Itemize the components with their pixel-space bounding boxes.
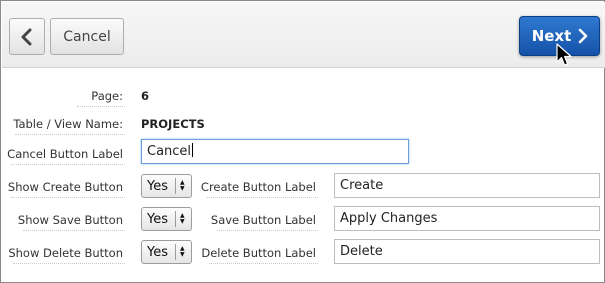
table-view-name-value: PROJECTS <box>141 117 205 131</box>
show-delete-button-select-value: Yes <box>147 244 168 260</box>
cancel-button-label-input-value: Cancel <box>147 144 192 159</box>
show-save-button-select-value: Yes <box>147 211 168 227</box>
wizard-panel: Cancel Next Page: 6 Table / View Name: P… <box>0 0 605 283</box>
wizard-toolbar: Cancel Next <box>2 2 605 68</box>
save-button-label-field-label: Save Button Label <box>210 213 316 227</box>
save-button-label-input[interactable]: Apply Changes <box>334 206 600 231</box>
create-button-label-field-label: Create Button Label <box>200 180 316 194</box>
show-create-button-label: Show Create Button <box>7 180 123 194</box>
page-label: Page: <box>91 89 123 103</box>
back-button[interactable] <box>9 18 45 55</box>
cancel-label-underline <box>11 164 125 165</box>
show-create-button-select-value: Yes <box>147 178 168 194</box>
chevron-right-icon <box>578 28 588 44</box>
create-button-label-input-value: Create <box>340 178 384 193</box>
show-save-underline <box>23 230 125 231</box>
delete-button-label-input-value: Delete <box>340 244 383 259</box>
show-delete-button-label: Show Delete Button <box>8 246 123 260</box>
save-label-underline <box>217 230 318 231</box>
cancel-button-label-field-label: Cancel Button Label <box>7 147 123 161</box>
page-value: 6 <box>141 89 150 103</box>
show-delete-underline <box>13 263 125 264</box>
create-button-label-input[interactable]: Create <box>334 173 600 198</box>
mouse-pointer-icon <box>556 43 572 66</box>
up-down-arrows-icon: ▲ ▼ <box>180 245 185 258</box>
up-down-arrows-icon: ▲ ▼ <box>180 212 185 225</box>
show-save-button-select[interactable]: Yes ▲ ▼ <box>141 207 192 231</box>
show-save-button-label: Show Save Button <box>17 213 123 227</box>
delete-button-label-input[interactable]: Delete <box>334 239 600 264</box>
delete-label-underline <box>209 263 318 264</box>
save-button-label-input-value: Apply Changes <box>340 211 438 226</box>
create-label-underline <box>207 197 318 198</box>
table-view-name-label: Table / View Name: <box>13 117 123 131</box>
text-caret <box>192 143 194 157</box>
delete-button-label-field-label: Delete Button Label <box>201 246 316 260</box>
chevron-left-icon <box>21 28 32 45</box>
show-delete-button-select[interactable]: Yes ▲ ▼ <box>141 240 192 264</box>
cancel-button[interactable]: Cancel <box>50 18 124 55</box>
cancel-button-label: Cancel <box>63 28 111 45</box>
up-down-arrows-icon: ▲ ▼ <box>180 179 185 192</box>
page-label-underline <box>77 106 125 107</box>
show-create-button-select[interactable]: Yes ▲ ▼ <box>141 174 192 198</box>
cancel-button-label-input[interactable]: Cancel <box>141 139 409 164</box>
show-create-underline <box>11 197 125 198</box>
table-view-label-underline <box>15 134 125 135</box>
